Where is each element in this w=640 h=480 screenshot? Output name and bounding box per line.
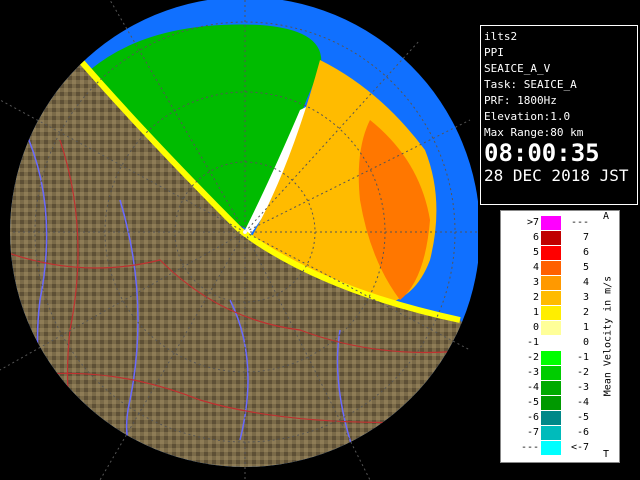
legend-color-swatch xyxy=(541,276,561,290)
legend-color-swatch xyxy=(541,351,561,365)
radar-ppi-map[interactable] xyxy=(0,0,478,480)
legend-title-text: Mean Velocity in m/s xyxy=(602,275,614,397)
scan-name: SEAICE_A_V xyxy=(484,62,551,75)
legend-color-swatch xyxy=(541,411,561,425)
prf-value: PRF: 1800Hz xyxy=(484,94,557,107)
legend-lower-bound: 0 xyxy=(532,322,539,333)
legend-row: -1 0 xyxy=(501,336,601,350)
legend-lower-bound: 2 xyxy=(532,292,539,303)
legend-color-swatch xyxy=(541,396,561,410)
legend-row: 45 xyxy=(501,261,601,275)
legend-row: 67 xyxy=(501,231,601,245)
legend-color-swatch xyxy=(541,306,561,320)
velocity-legend: A T Mean Velocity in m/s >7 --- 6 7 5 6 4 5 3 4 2 3… xyxy=(500,210,620,463)
legend-color-swatch xyxy=(541,336,561,350)
station-name: ilts2 xyxy=(484,30,518,43)
legend-row: 12 xyxy=(501,306,601,320)
legend-row: 56 xyxy=(501,246,601,260)
legend-lower-bound: -2 xyxy=(526,352,539,363)
task-name: Task: SEAICE_A xyxy=(484,78,577,91)
legend-color-swatch xyxy=(541,381,561,395)
product-name: PPI xyxy=(484,46,504,59)
legend-color-swatch xyxy=(541,246,561,260)
legend-upper-bound: -2 xyxy=(576,367,589,378)
legend-upper-bound: -3 xyxy=(576,382,589,393)
radar-site-marker xyxy=(243,230,247,234)
legend-lower-bound: 3 xyxy=(532,277,539,288)
legend-upper-bound: -4 xyxy=(576,397,589,408)
legend-row: -6 -5 xyxy=(501,411,601,425)
legend-color-swatch xyxy=(541,441,561,455)
legend-upper-bound: -6 xyxy=(576,427,589,438)
legend-color-swatch xyxy=(541,426,561,440)
legend-color-swatch xyxy=(541,231,561,245)
legend-lower-bound: --- xyxy=(520,442,539,453)
legend-lower-bound: -6 xyxy=(526,412,539,423)
legend-lower-bound: 6 xyxy=(532,232,539,243)
max-range-value: Max Range:80 km xyxy=(484,126,584,139)
legend-color-swatch xyxy=(541,216,561,230)
legend-upper-bound: -1 xyxy=(576,352,589,363)
legend-row: --- <-7 xyxy=(501,441,601,455)
legend-color-swatch xyxy=(541,321,561,335)
legend-row: >7 --- xyxy=(501,216,601,230)
legend-lower-bound: 1 xyxy=(532,307,539,318)
legend-lower-bound: -7 xyxy=(526,427,539,438)
legend-upper-bound: 2 xyxy=(582,307,589,318)
legend-lower-bound: -5 xyxy=(526,397,539,408)
legend-color-swatch xyxy=(541,291,561,305)
legend-row: 01 xyxy=(501,321,601,335)
legend-lower-bound: -3 xyxy=(526,367,539,378)
clock-date: 28 DEC 2018 JST xyxy=(484,166,629,185)
clock-time: 08:00:35 xyxy=(484,139,600,167)
legend-row: -5 -4 xyxy=(501,396,601,410)
legend-row: -3 -2 xyxy=(501,366,601,380)
legend-upper-bound: 0 xyxy=(582,337,589,348)
legend-lower-bound: 4 xyxy=(532,262,539,273)
elevation-value: Elevation:1.0 xyxy=(484,110,571,123)
legend-color-swatch xyxy=(541,366,561,380)
legend-upper-bound: 1 xyxy=(582,322,589,333)
legend-row: -7 -6 xyxy=(501,426,601,440)
legend-upper-bound: 6 xyxy=(582,247,589,258)
legend-lower-bound: 5 xyxy=(532,247,539,258)
legend-upper-bound: 5 xyxy=(582,262,589,273)
legend-lower-bound: >7 xyxy=(526,217,539,228)
legend-lower-bound: -1 xyxy=(526,337,539,348)
legend-upper-bound: 7 xyxy=(582,232,589,243)
info-panel: ilts2 PPI SEAICE_A_V Task: SEAICE_A PRF:… xyxy=(480,25,638,205)
legend-row: 23 xyxy=(501,291,601,305)
legend-color-swatch xyxy=(541,261,561,275)
legend-row: -4 -3 xyxy=(501,381,601,395)
legend-upper-bound: <-7 xyxy=(570,442,589,453)
legend-bottom-marker: T xyxy=(603,449,610,460)
legend-lower-bound: -4 xyxy=(526,382,539,393)
legend-row: 34 xyxy=(501,276,601,290)
legend-upper-bound: --- xyxy=(570,217,589,228)
legend-row: -2 -1 xyxy=(501,351,601,365)
legend-upper-bound: -5 xyxy=(576,412,589,423)
legend-title: Mean Velocity in m/s xyxy=(601,231,615,441)
legend-top-marker: A xyxy=(603,211,610,222)
legend-upper-bound: 4 xyxy=(582,277,589,288)
legend-upper-bound: 3 xyxy=(582,292,589,303)
